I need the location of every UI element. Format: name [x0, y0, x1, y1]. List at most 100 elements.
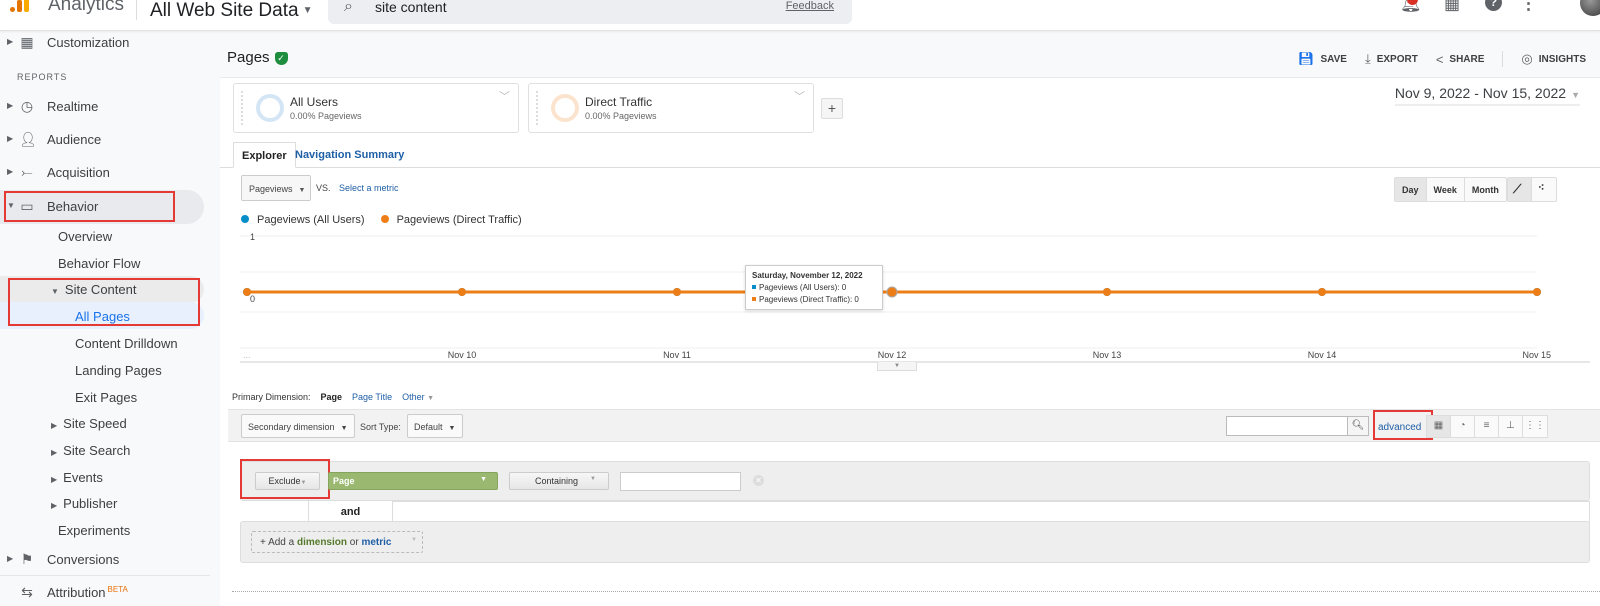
x-tick-label: ... — [243, 350, 251, 360]
segment-stat: 0.00% Pageviews — [585, 111, 657, 121]
help-icon[interactable]: ? — [1485, 0, 1502, 11]
data-point[interactable] — [1103, 288, 1111, 296]
search-input[interactable]: site content — [375, 0, 447, 15]
legend-dot-icon — [241, 215, 249, 223]
legend-dot-icon — [380, 215, 389, 223]
sidebar-item-site-search[interactable]: ▶ Site Search — [51, 443, 130, 458]
week-button[interactable]: Week — [1427, 178, 1465, 201]
data-point[interactable] — [1533, 288, 1541, 296]
drag-handle[interactable] — [241, 91, 243, 125]
data-table-icon[interactable]: ▦ — [1427, 416, 1451, 437]
report-header: Pages ✓ 💾︎ SAVE ⤓ EXPORT < SHARE ◎ INSIGHTS — [220, 31, 1600, 78]
search-icon[interactable]: 🔍︎ — [1347, 416, 1369, 436]
add-segment-button[interactable]: + — [821, 98, 843, 119]
primary-dimension-bar: Primary Dimension: Page Page Title Other… — [232, 392, 434, 402]
sidebar-item-behavior-flow[interactable]: Behavior Flow — [58, 256, 140, 271]
metric-dropdown[interactable]: Pageviews ▼ — [241, 175, 311, 201]
segment-ring-icon — [551, 94, 579, 122]
and-connector-line — [392, 501, 1590, 523]
caret-down-icon: ▼ — [411, 537, 417, 543]
sidebar-item-publisher[interactable]: ▶ Publisher — [51, 496, 117, 511]
pie-chart-icon[interactable]: ◔ — [1451, 416, 1475, 437]
tooltip-line: Pageviews (All Users): 0 — [752, 282, 876, 294]
day-button[interactable]: Day — [1395, 178, 1427, 201]
sidebar-item-landing-pages[interactable]: Landing Pages — [75, 363, 162, 378]
primary-dimension-label: Primary Dimension: — [232, 392, 311, 402]
sidebar-item-content-drilldown[interactable]: Content Drilldown — [75, 336, 178, 351]
sidebar-item-events[interactable]: ▶ Events — [51, 470, 103, 485]
filter-dimension-dropdown[interactable]: Page ▼ — [328, 472, 498, 490]
search-box[interactable]: ⌕ site content Feedback — [328, 0, 852, 24]
sidebar-item-conversions[interactable]: ▶ ⚑ Conversions — [0, 548, 210, 574]
segment-card-direct-traffic[interactable]: Direct Traffic 0.00% Pageviews ﹀ — [528, 83, 814, 133]
vs-label: VS. — [316, 183, 331, 193]
data-point[interactable] — [673, 288, 681, 296]
sidebar-item-site-speed[interactable]: ▶ Site Speed — [51, 416, 127, 431]
remove-condition-icon[interactable]: ✕ — [753, 475, 764, 486]
attribution-icon: ⇆ — [21, 584, 33, 600]
beta-badge: BETA — [107, 585, 128, 594]
add-dimension-or-metric-button[interactable]: + Add a dimension or metric ▼ — [251, 531, 423, 553]
collapse-chart-handle[interactable]: ▼ — [877, 362, 917, 371]
table-search-input[interactable] — [1226, 416, 1348, 436]
sort-type-dropdown[interactable]: Default ▼ — [407, 414, 463, 438]
sidebar-item-acquisition[interactable]: ▶ ⤚ Acquisition — [0, 161, 210, 187]
drag-handle[interactable] — [536, 91, 538, 125]
month-button[interactable]: Month — [1465, 178, 1506, 201]
select-metric-link[interactable]: Select a metric — [339, 183, 399, 193]
expand-arrow-icon: ▶ — [51, 421, 58, 430]
data-point[interactable] — [458, 288, 466, 296]
chart-series — [243, 286, 1541, 298]
data-point[interactable] — [886, 286, 898, 298]
more-vert-icon[interactable]: ⋮ — [1520, 0, 1537, 14]
segment-card-all-users[interactable]: All Users 0.00% Pageviews ﹀ — [233, 83, 519, 133]
acquisition-icon: ⤚ — [21, 164, 33, 180]
pivot-table-icon[interactable]: ⋮⋮ — [1523, 416, 1547, 437]
data-point[interactable] — [1318, 288, 1326, 296]
sidebar-item-realtime[interactable]: ▶ ◷ Realtime — [0, 95, 210, 121]
sidebar-item-label: Customization — [47, 35, 130, 50]
line-chart-icon[interactable]: ⟋ — [1508, 178, 1532, 201]
motion-chart-icon[interactable]: ⁖ — [1532, 178, 1556, 201]
legend-item[interactable]: Pageviews (All Users) — [241, 214, 365, 226]
property-name: All Web Site Data — [150, 0, 299, 21]
chevron-down-icon[interactable]: ﹀ — [499, 88, 510, 104]
sidebar-item-exit-pages[interactable]: Exit Pages — [75, 390, 137, 405]
sidebar-item-customization[interactable]: ▶ ▦ Customization — [0, 31, 210, 57]
sidebar-item-overview[interactable]: Overview — [58, 229, 112, 244]
export-button[interactable]: ⤓ EXPORT — [1365, 51, 1418, 67]
avatar[interactable] — [1580, 0, 1600, 16]
divider — [232, 591, 1600, 592]
y-tick-label: 0 — [250, 294, 255, 304]
match-type-dropdown[interactable]: Containing ▼ — [509, 472, 609, 490]
chevron-down-icon[interactable]: ﹀ — [794, 88, 805, 104]
tooltip-text: Pageviews (All Users): 0 — [759, 283, 847, 292]
save-button[interactable]: 💾︎ SAVE — [1298, 51, 1347, 67]
feedback-link[interactable]: Feedback — [786, 0, 834, 12]
secondary-dimension-dropdown[interactable]: Secondary dimension ▼ — [241, 414, 355, 438]
divider — [0, 575, 210, 576]
sidebar-item-label: Realtime — [47, 99, 99, 114]
analytics-logo[interactable] — [10, 0, 32, 18]
share-button[interactable]: < SHARE — [1436, 51, 1485, 67]
data-point[interactable] — [243, 288, 251, 296]
sidebar-item-audience[interactable]: ▶ 👤︎ Audience — [0, 128, 210, 154]
primary-dim-other[interactable]: Other ▼ — [402, 392, 434, 402]
expand-arrow-icon: ▶ — [7, 101, 14, 110]
sidebar-item-experiments[interactable]: Experiments — [58, 523, 130, 538]
comparison-icon[interactable]: ⊥ — [1499, 416, 1523, 437]
caret-down-icon: ▼ — [590, 476, 596, 482]
legend-item[interactable]: Pageviews (Direct Traffic) — [380, 214, 522, 226]
performance-bar-icon[interactable]: ≡ — [1475, 416, 1499, 437]
insights-button[interactable]: ◎ INSIGHTS — [1521, 51, 1586, 67]
tab-navigation-summary[interactable]: Navigation Summary — [287, 142, 412, 168]
apps-grid-icon[interactable]: ▦ — [1444, 0, 1460, 14]
filter-value-input[interactable] — [620, 472, 741, 491]
primary-dim-page[interactable]: Page — [321, 392, 343, 402]
date-range-picker[interactable]: Nov 9, 2022 - Nov 15, 2022 ▼ — [1394, 85, 1580, 106]
primary-dim-page-title[interactable]: Page Title — [352, 392, 392, 402]
caret-down-icon: ▼ — [448, 425, 456, 432]
sidebar-item-attribution[interactable]: ⇆ Attribution BETA — [0, 581, 210, 606]
segment-name: All Users — [290, 95, 339, 109]
property-selector[interactable]: All Web Site Data ▼ — [150, 0, 312, 22]
